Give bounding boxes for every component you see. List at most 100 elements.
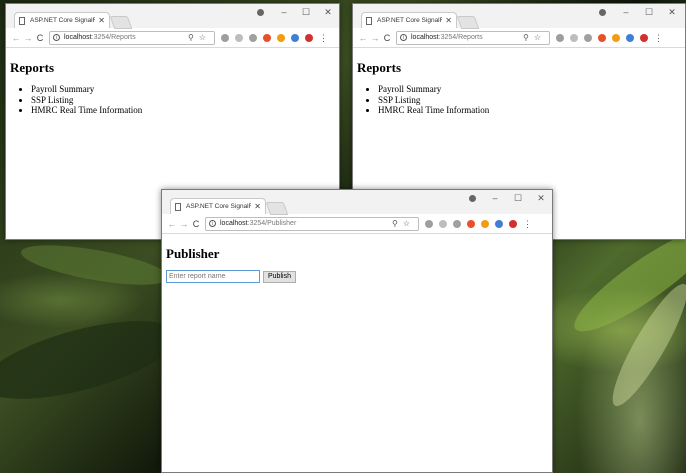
zoom-star-icons[interactable]: ⚲☆: [392, 219, 415, 228]
extension-icons: ⋮: [425, 219, 538, 228]
address-bar[interactable]: i localhost:3254/Reports ⚲☆: [396, 30, 550, 45]
tab-close-icon[interactable]: ✕: [445, 16, 452, 25]
profile-icon[interactable]: [469, 195, 476, 202]
close-window-icon[interactable]: ✕: [321, 7, 335, 18]
minimize-icon[interactable]: –: [619, 7, 633, 17]
page-title: Publisher: [166, 246, 220, 261]
back-icon[interactable]: ←: [166, 219, 178, 229]
profile-icon[interactable]: [599, 9, 606, 16]
extension-icon[interactable]: [235, 33, 243, 42]
extension-icon[interactable]: [556, 33, 564, 42]
tab-title: ASP.NET Core SignalR: [30, 17, 96, 24]
new-tab-button[interactable]: [265, 202, 289, 215]
page-icon: [366, 16, 372, 25]
browser-toolbar: ← → C i localhost:3254/Reports ⚲☆ ⋮: [6, 28, 339, 48]
extension-icon[interactable]: [425, 219, 433, 228]
menu-icon[interactable]: ⋮: [523, 219, 532, 228]
extension-icon[interactable]: [584, 33, 592, 42]
minimize-icon[interactable]: –: [277, 7, 291, 17]
extension-icon[interactable]: [439, 219, 447, 228]
page-title: Reports: [357, 60, 402, 75]
minimize-icon[interactable]: –: [488, 193, 502, 203]
zoom-star-icons[interactable]: ⚲☆: [523, 33, 546, 42]
address-bar[interactable]: i localhost:3254/Publisher ⚲☆: [205, 216, 419, 231]
close-window-icon[interactable]: ✕: [665, 7, 679, 18]
tab-close-icon[interactable]: ✕: [98, 16, 105, 25]
extension-icon[interactable]: [626, 33, 634, 42]
info-icon[interactable]: i: [53, 34, 60, 41]
extension-icon[interactable]: [263, 33, 271, 42]
back-icon[interactable]: ←: [10, 33, 22, 43]
url-host: localhost: [220, 220, 248, 227]
new-tab-button[interactable]: [109, 16, 133, 29]
report-list: Payroll Summary SSP Listing HMRC Real Ti…: [357, 84, 681, 116]
publish-button[interactable]: Publish: [263, 270, 296, 283]
menu-icon[interactable]: ⋮: [319, 33, 328, 42]
forward-icon[interactable]: →: [369, 33, 381, 43]
extension-icon[interactable]: [453, 219, 461, 228]
browser-tab[interactable]: ASP.NET Core SignalR ✕: [170, 198, 266, 214]
tab-title: ASP.NET Core SignalR: [377, 17, 443, 24]
browser-toolbar: ← → C i localhost:3254/Publisher ⚲☆ ⋮: [162, 214, 552, 234]
reload-icon[interactable]: C: [190, 219, 202, 229]
extension-icon[interactable]: [598, 33, 606, 42]
forward-icon[interactable]: →: [178, 219, 190, 229]
url-path: :3254/Publisher: [247, 220, 297, 227]
page-icon: [175, 202, 181, 211]
extension-icon[interactable]: [467, 219, 475, 228]
url-host: localhost: [411, 34, 439, 41]
info-icon[interactable]: i: [209, 220, 216, 227]
extension-icon[interactable]: [277, 33, 285, 42]
extension-icon[interactable]: [612, 33, 620, 42]
extension-icon[interactable]: [509, 219, 517, 228]
browser-tab[interactable]: ASP.NET Core SignalR ✕: [361, 12, 457, 28]
tab-title: ASP.NET Core SignalR: [186, 203, 252, 210]
extension-icons: ⋮: [556, 33, 669, 42]
leaf-decoration: [18, 237, 172, 293]
url-host: localhost: [64, 34, 92, 41]
list-item: SSP Listing: [378, 95, 681, 106]
page-content: Reports Payroll Summary SSP Listing HMRC…: [353, 48, 685, 122]
url-path: :3254/Reports: [438, 34, 483, 41]
extension-icon[interactable]: [481, 219, 489, 228]
close-window-icon[interactable]: ✕: [534, 193, 548, 204]
forward-icon[interactable]: →: [22, 33, 34, 43]
title-bar: ASP.NET Core SignalR ✕ – ☐ ✕: [6, 4, 339, 29]
extension-icon[interactable]: [291, 33, 299, 42]
browser-toolbar: ← → C i localhost:3254/Reports ⚲☆ ⋮: [353, 28, 685, 48]
profile-icon[interactable]: [257, 9, 264, 16]
extension-icon[interactable]: [570, 33, 578, 42]
publish-form: Publish: [166, 270, 548, 283]
zoom-star-icons[interactable]: ⚲☆: [188, 33, 211, 42]
list-item: SSP Listing: [31, 95, 335, 106]
reload-icon[interactable]: C: [381, 33, 393, 43]
extension-icons: ⋮: [221, 33, 334, 42]
menu-icon[interactable]: ⋮: [654, 33, 663, 42]
leaf-decoration: [0, 305, 185, 415]
list-item: HMRC Real Time Information: [378, 105, 681, 116]
report-list: Payroll Summary SSP Listing HMRC Real Ti…: [10, 84, 335, 116]
address-bar[interactable]: i localhost:3254/Reports ⚲☆: [49, 30, 215, 45]
info-icon[interactable]: i: [400, 34, 407, 41]
title-bar: ASP.NET Core SignalR ✕ – ☐ ✕: [353, 4, 685, 29]
maximize-icon[interactable]: ☐: [299, 7, 313, 18]
report-name-input[interactable]: [166, 270, 260, 283]
list-item: Payroll Summary: [31, 84, 335, 95]
page-icon: [19, 16, 25, 25]
reload-icon[interactable]: C: [34, 33, 46, 43]
tab-close-icon[interactable]: ✕: [254, 202, 261, 211]
extension-icon[interactable]: [249, 33, 257, 42]
page-title: Reports: [10, 60, 55, 75]
extension-icon[interactable]: [221, 33, 229, 42]
browser-tab[interactable]: ASP.NET Core SignalR ✕: [14, 12, 110, 28]
extension-icon[interactable]: [495, 219, 503, 228]
back-icon[interactable]: ←: [357, 33, 369, 43]
maximize-icon[interactable]: ☐: [511, 193, 525, 204]
new-tab-button[interactable]: [456, 16, 480, 29]
maximize-icon[interactable]: ☐: [642, 7, 656, 18]
extension-icon[interactable]: [640, 33, 648, 42]
extension-icon[interactable]: [305, 33, 313, 42]
page-content: Reports Payroll Summary SSP Listing HMRC…: [6, 48, 339, 122]
leaf-decoration: [602, 276, 686, 414]
url-path: :3254/Reports: [91, 34, 136, 41]
